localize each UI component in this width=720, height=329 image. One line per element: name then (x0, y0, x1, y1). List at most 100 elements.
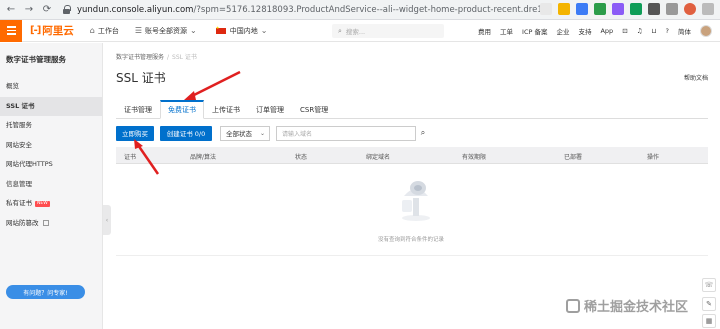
tab-bar: 证书管理 免费证书 上传证书 订单管理 CSR管理 (116, 100, 708, 119)
tab-cert-management[interactable]: 证书管理 (116, 100, 160, 119)
page-title: SSL 证书 (116, 71, 166, 85)
share-icon[interactable] (540, 3, 552, 15)
sidebar-item-label: 网站防篡改 (6, 218, 39, 227)
sidebar-item-label: SSL 证书 (6, 101, 35, 110)
column-header-domains: 绑定域名 (366, 154, 391, 161)
cart-icon[interactable]: ⊔ (651, 27, 656, 35)
create-cert-button[interactable]: 创建证书 0/0 (160, 125, 212, 141)
sidebar-item-label: 信息管理 (6, 179, 32, 188)
watermark-logo-icon (566, 298, 580, 313)
column-header-validity: 有效期限 (462, 154, 487, 161)
url-path: /?spm=5176.12818093.ProductAndService--a… (193, 4, 547, 15)
toolbar: 立即购买 创建证书 0/0 全部状态 ⌄ 请输入域名 ⌕ (116, 125, 425, 141)
breadcrumb-separator: / (167, 54, 170, 61)
table-header: 证书 品牌/算法 状态 绑定域名 有效期限 已部署 操作 (116, 147, 708, 164)
user-icon: ☰ (134, 26, 143, 35)
extension-icon[interactable] (630, 3, 642, 15)
column-header-deployed: 已部署 (564, 154, 583, 161)
help-doc-link[interactable]: 帮助文档 (684, 73, 708, 82)
search-icon[interactable]: ⌕ (415, 127, 431, 140)
sidebar-item-tamper-protection[interactable]: 网站防篡改 (0, 214, 102, 234)
header-links: 费用 工单 ICP 备案 企业 支持 App ⊡ ♫ ⊔ ? 简体 (478, 20, 712, 42)
header-link-icp[interactable]: ICP 备案 (522, 26, 547, 36)
chat-icon[interactable]: ☏ (702, 278, 716, 292)
column-header-status: 状态 (295, 154, 308, 161)
domain-search-input[interactable]: 请输入域名 ⌕ (276, 125, 425, 141)
aliyun-logo[interactable]: [-] 阿里云 (30, 23, 74, 38)
arrow-head-icon (184, 91, 196, 100)
chevron-down-icon: ⌄ (260, 26, 268, 35)
logo-text: 阿里云 (42, 25, 74, 37)
back-icon[interactable]: ← (4, 3, 18, 17)
console-header: [-]阿里云 ⌂工作台 ☰账号全部资源⌄ 中国内地⌄ ⌕搜索... 费用 工单 … (0, 19, 720, 42)
resource-group-selector[interactable]: ☰ 账号全部资源 ⌄ (135, 26, 200, 36)
header-link-support[interactable]: 支持 (578, 26, 591, 36)
profile-icon[interactable] (684, 3, 696, 15)
terminal-icon[interactable]: ⊡ (622, 27, 627, 35)
column-header-brand: 品牌/算法 (190, 154, 217, 161)
header-link-app[interactable]: App (600, 27, 613, 35)
sidebar-icon[interactable] (666, 3, 678, 15)
forward-icon[interactable]: → (22, 3, 36, 17)
sidebar: 数字证书管理服务 概览 SSL 证书 托管服务 网站安全 网站代理HTTPS 信… (0, 43, 103, 329)
menu-icon[interactable] (0, 19, 22, 42)
header-link-ticket[interactable]: 工单 (500, 26, 513, 36)
tab-csr-management[interactable]: CSR管理 (292, 100, 336, 119)
sidebar-item-info[interactable]: 信息管理 (0, 175, 102, 195)
region-selector[interactable]: 中国内地⌄ (215, 25, 271, 36)
tab-order-management[interactable]: 订单管理 (248, 100, 292, 119)
chevron-down-icon: ⌄ (259, 129, 265, 137)
bell-icon[interactable]: ♫ (637, 27, 643, 35)
extension-icons (540, 3, 714, 15)
ask-expert-button[interactable]: 有问题？问专家! (6, 285, 85, 299)
sidebar-collapse-handle[interactable]: ‹ (103, 205, 111, 235)
sidebar-item-label: 网站安全 (6, 140, 32, 149)
help-icon[interactable]: ? (666, 27, 669, 35)
sidebar-item-label: 概览 (6, 82, 19, 90)
buy-now-button[interactable]: 立即购买 (116, 125, 154, 141)
header-link-enterprise[interactable]: 企业 (556, 26, 569, 36)
extension-icon[interactable] (576, 3, 588, 15)
workbench-link[interactable]: ⌂ 工作台 (90, 26, 119, 36)
language-selector[interactable]: 简体 (678, 26, 691, 36)
divider (116, 255, 708, 256)
breadcrumb-item[interactable]: 数字证书管理服务 (116, 54, 164, 61)
sidebar-item-proxy-https[interactable]: 网站代理HTTPS (0, 155, 102, 175)
resource-group-label: 账号全部资源 (145, 26, 188, 35)
grid-icon[interactable]: ▦ (702, 314, 716, 328)
browser-address-bar: ← → ⟳ yundun.console.aliyun.com/?spm=517… (0, 0, 720, 20)
sidebar-title: 数字证书管理服务 (6, 55, 66, 64)
extension-icon[interactable] (612, 3, 624, 15)
sidebar-item-managed[interactable]: 托管服务 (0, 116, 102, 136)
puzzle-icon[interactable] (648, 3, 660, 15)
lock-icon (62, 5, 71, 14)
sidebar-item-ssl[interactable]: SSL 证书 (0, 96, 102, 116)
workbench-label: 工作台 (97, 26, 119, 35)
new-badge: NEW (35, 200, 50, 207)
sidebar-item-private-cert[interactable]: 私有证书 NEW (0, 194, 102, 214)
external-link-icon (42, 220, 49, 227)
status-select[interactable]: 全部状态 ⌄ (220, 125, 270, 141)
url-field[interactable]: yundun.console.aliyun.com/?spm=5176.1281… (77, 5, 547, 15)
more-icon[interactable] (702, 3, 714, 15)
reload-icon[interactable]: ⟳ (40, 3, 54, 17)
avatar[interactable] (700, 25, 712, 37)
header-link-fees[interactable]: 费用 (478, 26, 491, 36)
header-search-input[interactable]: ⌕ 搜索... (332, 24, 444, 38)
star-icon[interactable] (558, 3, 570, 15)
url-host: yundun.console.aliyun.com (77, 4, 194, 15)
logo-mark-icon: [-] (30, 25, 41, 36)
sidebar-item-overview[interactable]: 概览 (0, 77, 102, 97)
annotation-arrow-to-free-cert-tab (189, 70, 241, 99)
ask-expert-label: 有问题？问专家! (23, 289, 68, 297)
sidebar-item-label: 私有证书 (6, 199, 32, 207)
tab-upload-cert[interactable]: 上传证书 (204, 100, 248, 119)
tab-free-cert[interactable]: 免费证书 (160, 100, 204, 119)
feedback-icon[interactable]: ✎ (702, 297, 716, 311)
annotation-arrows (134, 70, 241, 175)
sidebar-item-site-security[interactable]: 网站安全 (0, 136, 102, 156)
china-flag-icon (215, 25, 226, 34)
column-header-actions: 操作 (647, 154, 660, 161)
extension-icon[interactable] (594, 3, 606, 15)
breadcrumb: 数字证书管理服务 / SSL 证书 (116, 52, 197, 61)
